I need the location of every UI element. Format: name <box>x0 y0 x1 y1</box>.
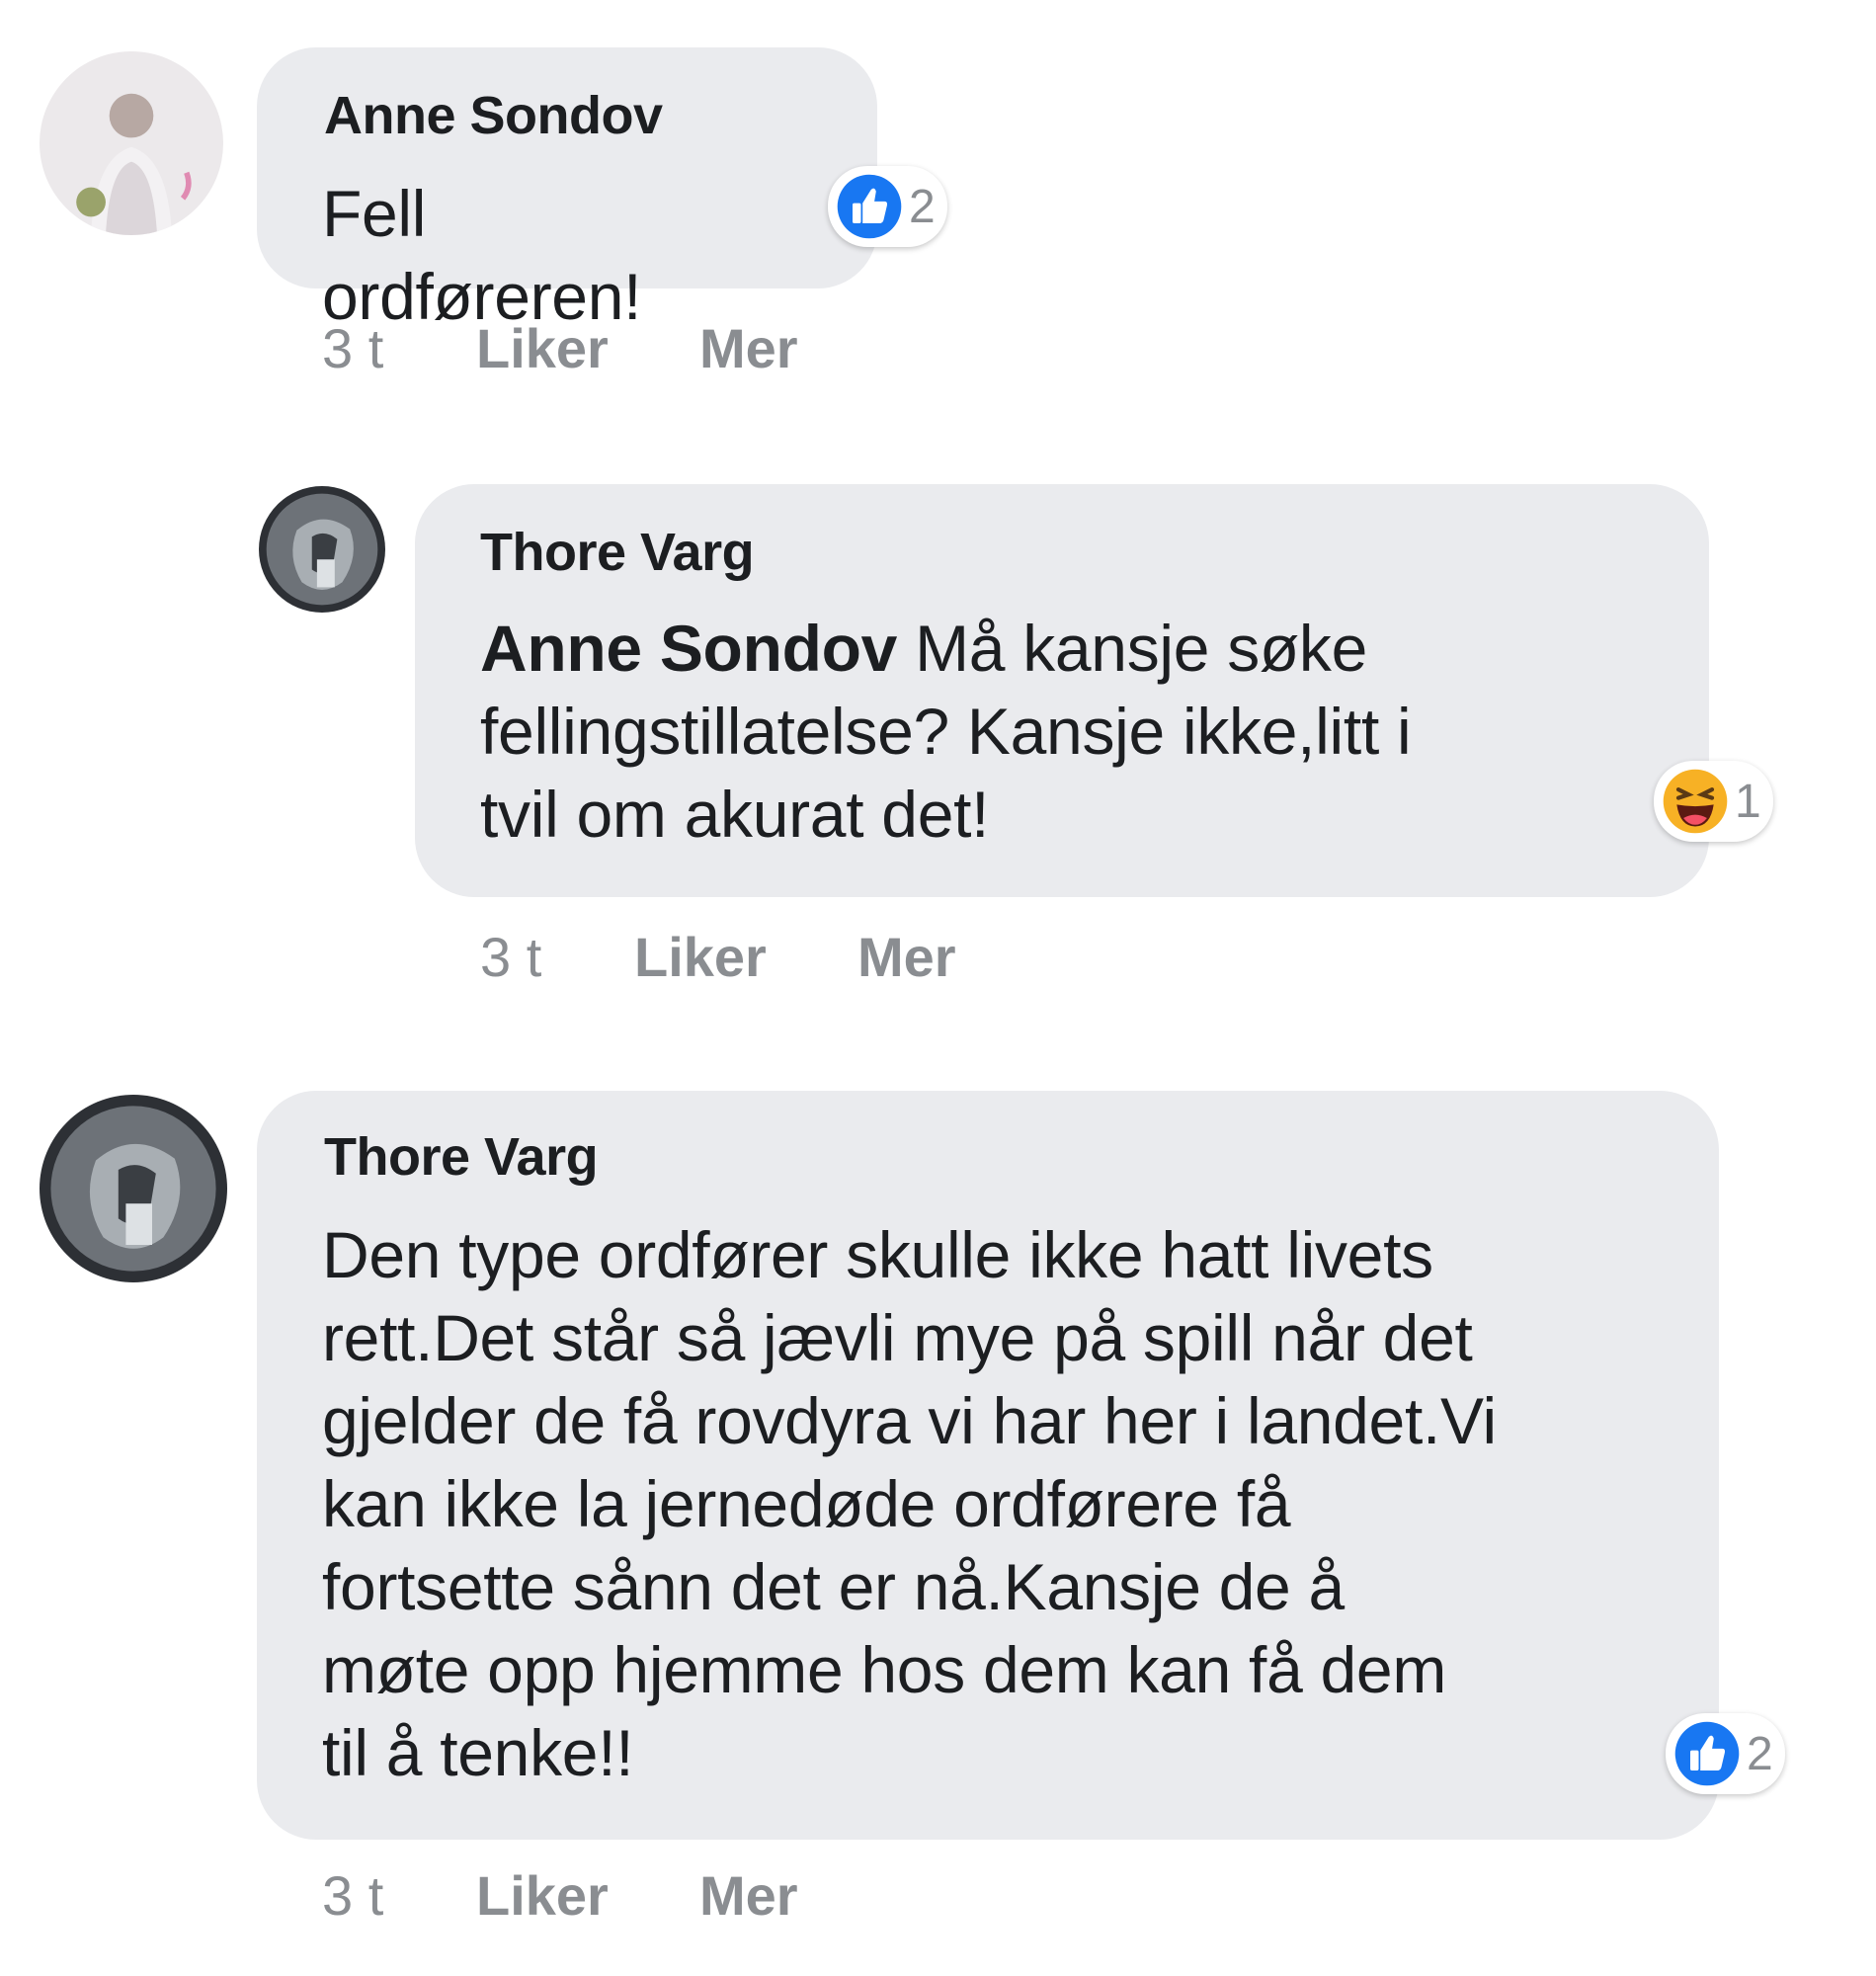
avatar-anne-sondov[interactable] <box>40 51 223 235</box>
comment-text-line: Må kansje søke <box>897 612 1368 685</box>
comment-author[interactable]: Thore Varg <box>324 1126 599 1188</box>
comment-text-line: kan ikke la jernedøde ordførere få <box>322 1467 1291 1540</box>
more-button[interactable]: Mer <box>699 1863 798 1928</box>
like-button[interactable]: Liker <box>634 925 767 989</box>
like-icon <box>1674 1721 1740 1786</box>
comment-timestamp[interactable]: 3 t <box>322 1863 383 1928</box>
comment-text: Fell ordføreren! <box>322 177 642 333</box>
comment-text-line: tvil om akurat det! <box>480 778 990 851</box>
like-button[interactable]: Liker <box>476 1863 609 1928</box>
comment-text-line: rett.Det står så jævli mye på spill når … <box>322 1301 1473 1374</box>
comment-timestamp[interactable]: 3 t <box>322 316 383 380</box>
like-icon <box>837 174 902 239</box>
comment-text-line: møte opp hjemme hos dem kan få dem <box>322 1633 1447 1706</box>
reaction-summary[interactable]: 1 <box>1654 761 1773 842</box>
mention-anne-sondov[interactable]: Anne Sondov <box>480 612 897 685</box>
comment-text-line: fellingstillatelse? Kansje ikke,litt i <box>480 695 1412 768</box>
more-button[interactable]: Mer <box>857 925 956 989</box>
avatar-thore-varg[interactable] <box>259 486 385 613</box>
avatar-thore-varg[interactable] <box>40 1095 227 1282</box>
comment-text-line: fortsette sånn det er nå.Kansje de å <box>322 1550 1345 1623</box>
comment-text: Anne Sondov Må kansje søke fellingstilla… <box>480 607 1666 856</box>
comment-text-line: Den type ordfører skulle ikke hatt livet… <box>322 1218 1433 1291</box>
more-button[interactable]: Mer <box>699 316 798 380</box>
reaction-summary[interactable]: 2 <box>1666 1713 1785 1794</box>
reaction-count: 2 <box>909 180 936 233</box>
comment-author[interactable]: Thore Varg <box>480 522 755 583</box>
comment-timestamp[interactable]: 3 t <box>480 925 541 989</box>
like-button[interactable]: Liker <box>476 316 609 380</box>
comment-text-line: gjelder de få rovdyra vi har her i lande… <box>322 1384 1497 1457</box>
reaction-count: 1 <box>1735 775 1761 828</box>
reaction-summary[interactable]: 2 <box>828 166 947 247</box>
reaction-count: 2 <box>1747 1727 1773 1780</box>
haha-icon <box>1663 769 1728 834</box>
profile-photo-icon <box>40 1095 227 1282</box>
profile-photo-icon <box>259 486 385 613</box>
comment-text-line: til å tenke!! <box>322 1716 634 1789</box>
profile-photo-icon <box>40 51 223 235</box>
comment-text: Den type ordfører skulle ikke hatt livet… <box>322 1213 1695 1794</box>
comment-author[interactable]: Anne Sondov <box>324 85 663 146</box>
